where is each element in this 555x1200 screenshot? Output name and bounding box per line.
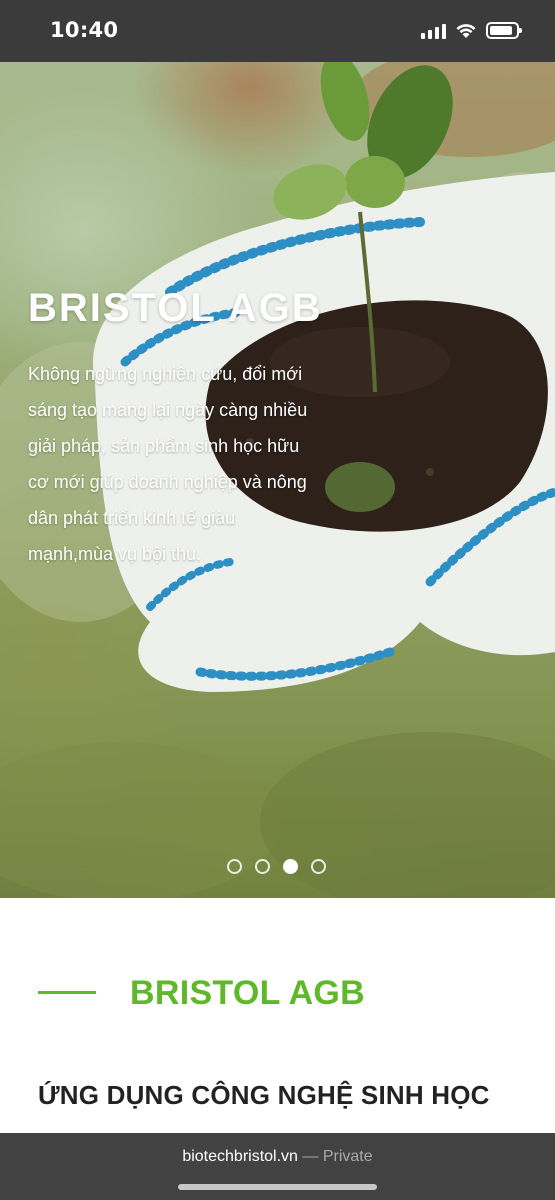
hero-slider[interactable]: BRISTOL AGB Không ngừng nghiên cứu, đổi … bbox=[0, 62, 555, 898]
section-heading: BRISTOL AGB bbox=[0, 968, 555, 1020]
home-indicator[interactable] bbox=[178, 1184, 377, 1190]
wifi-icon bbox=[456, 23, 476, 38]
cellular-signal-icon bbox=[421, 23, 446, 39]
hero-description: Không ngừng nghiên cứu, đổi mới sáng tạo… bbox=[28, 364, 308, 564]
section-subtitle: ỨNG DỤNG CÔNG NGHỆ SINH HỌC bbox=[38, 1080, 490, 1110]
slider-pagination bbox=[227, 859, 326, 874]
section-divider-line bbox=[38, 991, 96, 994]
slider-dot-4[interactable] bbox=[311, 859, 326, 874]
section-title: BRISTOL AGB bbox=[130, 974, 366, 1012]
address-domain: biotechbristol.vn bbox=[182, 1148, 298, 1165]
battery-icon bbox=[486, 22, 522, 39]
status-bar: 10:40 bbox=[0, 0, 555, 62]
slider-dot-1[interactable] bbox=[227, 859, 242, 874]
browser-address-bar[interactable]: biotechbristol.vn — Private bbox=[0, 1133, 555, 1200]
status-icons bbox=[421, 22, 522, 39]
slider-dot-2[interactable] bbox=[255, 859, 270, 874]
address-text[interactable]: biotechbristol.vn — Private bbox=[0, 1148, 555, 1166]
status-time: 10:40 bbox=[50, 18, 119, 42]
private-mode-label: — Private bbox=[302, 1148, 373, 1165]
slider-dot-3-active[interactable] bbox=[283, 859, 298, 874]
hero-title: BRISTOL AGB bbox=[28, 286, 323, 330]
